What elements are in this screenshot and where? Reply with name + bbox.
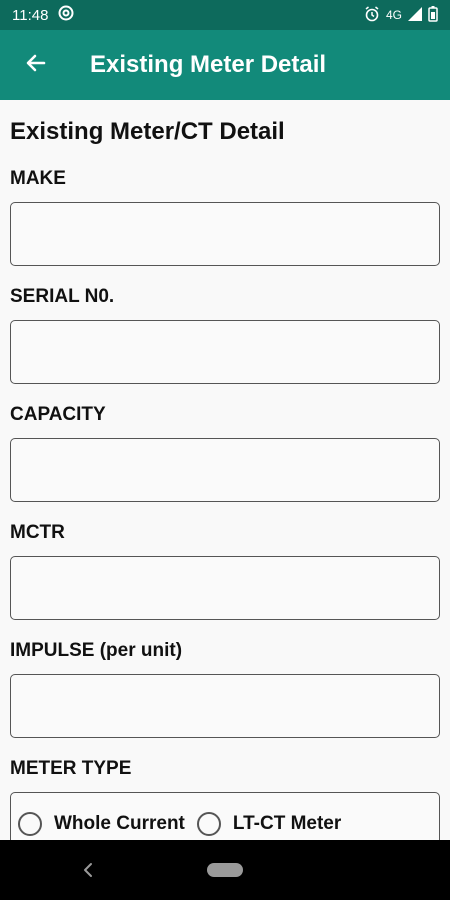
status-bar: 11:48 4G: [0, 0, 450, 30]
radio-whole-current[interactable]: Whole Current: [18, 812, 185, 836]
meter-type-label: METER TYPE: [10, 758, 132, 779]
radio-label-lt-ct-meter: LT-CT Meter: [232, 813, 342, 834]
nav-home-pill[interactable]: [207, 863, 243, 877]
network-type: 4G: [385, 8, 402, 22]
radio-unchecked-icon[interactable]: [18, 812, 42, 836]
serial-number-field[interactable]: [10, 320, 440, 384]
capacity-field[interactable]: [10, 438, 440, 502]
navigation-bar: [0, 840, 450, 900]
signal-icon: [408, 6, 422, 24]
radio-label-whole-current: Whole Current: [54, 813, 185, 834]
app-bar: Existing Meter Detail: [0, 30, 450, 100]
make-label: MAKE: [10, 168, 66, 189]
impulse-field[interactable]: [10, 674, 440, 738]
mctr-label: MCTR: [10, 522, 65, 543]
section-title: Existing Meter/CT Detail: [10, 118, 285, 145]
radio-unchecked-icon[interactable]: [196, 812, 221, 836]
make-field[interactable]: [10, 202, 440, 266]
battery-icon: [428, 5, 438, 25]
back-button[interactable]: [0, 30, 72, 100]
mctr-field[interactable]: [10, 556, 440, 620]
arrow-left-icon: [24, 51, 48, 80]
radio-lt-ct-meter[interactable]: LT-CT Meter: [196, 812, 342, 836]
at-sign-icon: [58, 5, 74, 25]
app-title: Existing Meter Detail: [90, 51, 327, 78]
alarm-icon: [364, 5, 380, 25]
status-time: 11:48: [12, 6, 49, 24]
impulse-label: IMPULSE (per unit): [10, 640, 183, 661]
serial-number-label: SERIAL N0.: [10, 286, 115, 307]
capacity-label: CAPACITY: [10, 404, 106, 425]
nav-back-icon[interactable]: [78, 858, 98, 882]
form-container: Existing Meter/CT Detail MAKE SERIAL N0.…: [0, 100, 450, 856]
